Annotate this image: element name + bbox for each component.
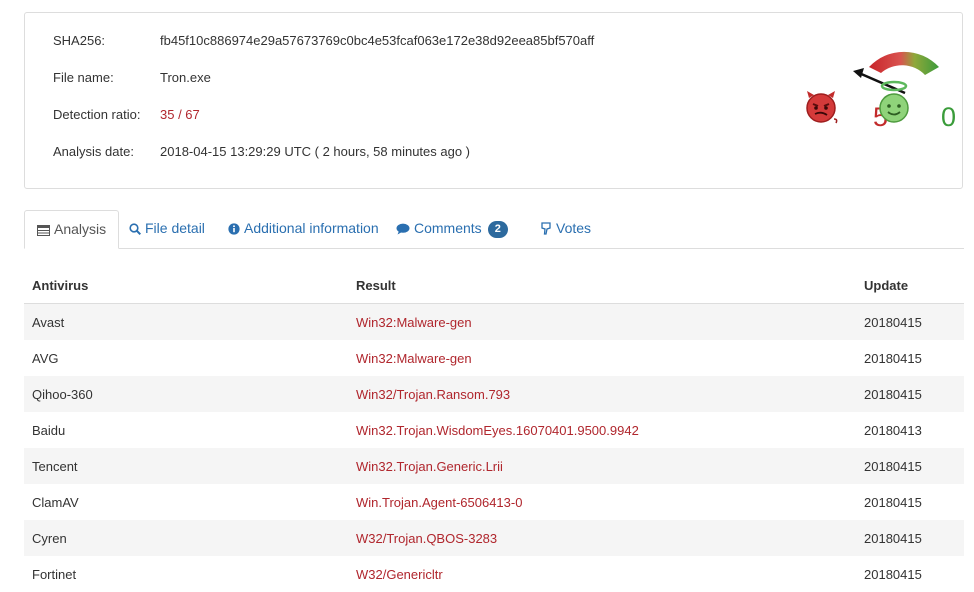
- tab-comments-label: Comments: [414, 220, 482, 236]
- table-row: Avast Win32:Malware-gen 20180415: [24, 303, 964, 340]
- antivirus-name: ClamAV: [32, 494, 79, 510]
- table-row: AVG Win32:Malware-gen 20180415: [24, 340, 964, 376]
- update-date: 20180415: [856, 376, 964, 412]
- angel-face-icon: [879, 80, 909, 123]
- sha256-value: fb45f10c886974e29a57673769c0bc4e53fcaf06…: [160, 33, 595, 48]
- detection-result: Win32.Trojan.WisdomEyes.16070401.9500.99…: [356, 422, 639, 438]
- antivirus-name: Cyren: [24, 520, 348, 556]
- table-row: Qihoo-360 Win32/Trojan.Ransom.793 201804…: [24, 376, 964, 412]
- detection-result: Win32.Trojan.Generic.Lrii: [348, 448, 856, 484]
- table-header-row: Antivirus Result Update: [24, 267, 964, 304]
- update-date: 20180413: [864, 422, 922, 438]
- sha256-label: SHA256:: [53, 33, 106, 48]
- update-date: 20180415: [856, 448, 964, 484]
- filename-label: File name:: [53, 70, 114, 85]
- tab-additional-information-label: Additional information: [244, 220, 379, 236]
- date-label: Analysis date:: [53, 144, 134, 159]
- comments-count-badge: 2: [487, 221, 508, 238]
- tab-file-detail[interactable]: File detail: [129, 210, 205, 248]
- filename-value: Tron.exe: [160, 70, 211, 85]
- tab-bar: Analysis File detail Additional informat…: [24, 210, 964, 249]
- update-date: 20180415: [864, 494, 922, 510]
- antivirus-name: Avast: [24, 303, 348, 340]
- antivirus-name: Tencent: [24, 448, 348, 484]
- tab-comments[interactable]: Comments 2: [396, 210, 508, 248]
- detection-label: Detection ratio:: [53, 107, 141, 122]
- table-row: Cyren W32/Trojan.QBOS-3283 20180415: [24, 520, 964, 556]
- table-row: ClamAV Win.Trojan.Agent-6506413-0 201804…: [24, 484, 964, 520]
- devil-face-icon: [806, 91, 838, 124]
- tab-file-detail-label: File detail: [145, 220, 205, 236]
- detection-result: Win.Trojan.Agent-6506413-0: [356, 494, 523, 510]
- tab-analysis-label: Analysis: [54, 221, 107, 237]
- tab-votes[interactable]: Votes: [541, 210, 591, 248]
- tab-votes-label: Votes: [556, 220, 592, 236]
- detection-result: W32/Trojan.QBOS-3283: [348, 520, 856, 556]
- magnifier-icon: [129, 223, 142, 236]
- header-antivirus: Antivirus: [24, 267, 348, 304]
- update-date: 20180415: [864, 350, 922, 366]
- table-row: Baidu Win32.Trojan.WisdomEyes.16070401.9…: [24, 412, 964, 448]
- update-date: 20180415: [856, 303, 964, 340]
- info-circle-icon: [228, 223, 240, 235]
- speech-bubble-icon: [396, 223, 410, 235]
- antivirus-name: Qihoo-360: [24, 376, 348, 412]
- table-row: Tencent Win32.Trojan.Generic.Lrii 201804…: [24, 448, 964, 484]
- detection-ratio: 35 / 67: [160, 107, 200, 122]
- detection-result: Win32/Trojan.Ransom.793: [348, 376, 856, 412]
- header-result: Result: [348, 267, 856, 304]
- update-date: 20180415: [856, 520, 964, 556]
- detection-result: Win32:Malware-gen: [356, 350, 472, 366]
- tab-additional-information[interactable]: Additional information: [228, 210, 379, 248]
- date-value: 2018-04-15 13:29:29 UTC ( 2 hours, 58 mi…: [160, 144, 471, 159]
- antivirus-name: AVG: [32, 350, 59, 366]
- file-info-panel: SHA256: fb45f10c886974e29a57673769c0bc4e…: [24, 12, 963, 189]
- thumbs-icon: [541, 222, 551, 235]
- tab-analysis[interactable]: Analysis: [24, 210, 120, 249]
- detection-result: Win32:Malware-gen: [348, 303, 856, 340]
- table-icon: [37, 225, 50, 236]
- antivirus-name: Baidu: [32, 422, 66, 438]
- header-update: Update: [856, 267, 964, 304]
- harmless-vote-count: 0: [941, 102, 957, 132]
- antivirus-results-table: Antivirus Result Update Avast Win32:Malw…: [24, 267, 964, 592]
